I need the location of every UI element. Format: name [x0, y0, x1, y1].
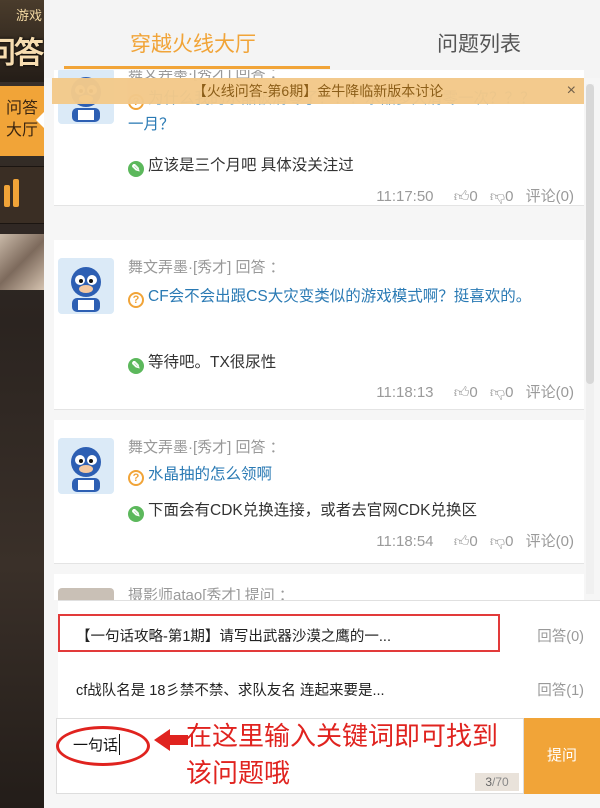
comments-link[interactable]: 评论(0)	[526, 533, 574, 550]
cartoon-avatar-icon	[58, 258, 114, 314]
like-count: 0	[469, 533, 478, 550]
dislike-count: 0	[505, 533, 514, 550]
pencil-icon: ✎	[128, 161, 144, 177]
logo-title: 问答	[0, 37, 44, 70]
post-meta: 11:18:13 👍︎0 👎︎0 评论(0)	[376, 381, 574, 402]
answerer-name: 舞文弄墨·[秀才] 回答 ：	[128, 439, 285, 456]
tab-bar: 穿越火线大厅 问题列表	[44, 0, 600, 78]
scrollbar-thumb[interactable]	[586, 84, 594, 384]
avatar[interactable]	[58, 588, 114, 600]
post-meta: 11:18:54 👍︎0 👎︎0 评论(0)	[376, 530, 574, 551]
question-icon: ?	[128, 292, 144, 308]
list-item: 摄影师atao[秀才] 提问 ：	[54, 574, 584, 600]
tab-cf-hall[interactable]: 穿越火线大厅	[58, 28, 328, 58]
answer-content: 等待吧。TX很尿性	[148, 354, 277, 371]
dislike-button[interactable]: 👎︎0	[490, 384, 514, 401]
like-button[interactable]: 👍︎0	[454, 188, 478, 205]
bar-chart-icon	[13, 179, 19, 207]
answer-count: 回答(0)	[537, 629, 584, 645]
announcement-banner[interactable]: 【火线问答-第6期】金牛降临新版本讨论 ×	[52, 78, 584, 104]
answer-text: ✎ 下面会有CDK兑换连接，或者去官网CDK兑换区	[128, 498, 477, 522]
like-button[interactable]: 👍︎0	[454, 384, 478, 401]
dislike-button[interactable]: 👎︎0	[490, 188, 514, 205]
like-count: 0	[469, 188, 478, 205]
answer-content: 应该是三个月吧 具体没关注过	[148, 157, 354, 174]
ask-button[interactable]: 提问	[524, 718, 600, 794]
question-link[interactable]: 水晶抽的怎么领啊	[148, 466, 272, 483]
arrow-left-icon	[154, 729, 188, 751]
dislike-count: 0	[505, 188, 514, 205]
comments-link[interactable]: 评论(0)	[526, 384, 574, 401]
post-time: 11:17:50	[376, 188, 434, 205]
question-icon: ?	[128, 470, 144, 486]
active-tab-underline	[64, 66, 330, 69]
post-meta: 11:17:50 👍︎0 👎︎0 评论(0)	[376, 185, 574, 206]
cartoon-avatar-icon	[58, 438, 114, 494]
question-text[interactable]: ? CF会不会出跟CS大灾变类似的游戏模式啊？挺喜欢的。	[128, 284, 548, 310]
annotation-text: 在这里输入关键词即可找到该问题哦	[186, 721, 499, 788]
list-item: 舞文弄墨·[秀才] 回答 ： ? 水晶抽的怎么领啊 ✎ 下面会有CDK兑换连接，或者…	[54, 420, 584, 564]
sidebar-item-stats[interactable]	[0, 166, 44, 224]
question-link[interactable]: CF会不会出跟CS大灾变类似的游戏模式啊？挺喜欢的。	[148, 288, 531, 305]
pencil-icon: ✎	[128, 358, 144, 374]
pencil-icon: ✎	[128, 506, 144, 522]
game-logo: 游戏 问答	[0, 0, 44, 82]
scrollbar[interactable]	[586, 84, 594, 594]
qa-panel: 穿越火线大厅 问题列表 舞文弄墨·[秀才] 回答 ： ?为什么我的水晶被清零了？…	[44, 0, 600, 808]
post-time: 11:18:13	[376, 384, 434, 401]
asker-name: 摄影师atao[秀才] 提问 ：	[128, 587, 294, 600]
dislike-count: 0	[505, 384, 514, 401]
suggestion-dropdown: 【一句话攻略-第1期】请写出武器沙漠之鹰的一... 回答(0) cf战队名是 1…	[58, 600, 600, 718]
post-time: 11:18:54	[376, 533, 434, 550]
like-count: 0	[469, 384, 478, 401]
suggestion-text: cf战队名是 18彡禁不禁、求队友名 连起来要是...	[76, 683, 385, 699]
answer-count: 回答(1)	[537, 683, 584, 699]
comments-link[interactable]: 评论(0)	[526, 188, 574, 205]
avatar[interactable]	[58, 258, 114, 314]
question-text[interactable]: ? 水晶抽的怎么领啊	[128, 462, 548, 488]
highlight-box	[58, 614, 500, 652]
sidebar-item-avatar[interactable]	[0, 234, 44, 290]
answerer-name: 舞文弄墨·[秀才] 回答 ：	[128, 259, 285, 276]
answer-feed[interactable]: 舞文弄墨·[秀才] 回答 ： ?为什么我的水晶被清零了？？？水晶多久清零一次？？…	[44, 70, 600, 600]
logo-subtitle: 游戏	[15, 8, 42, 23]
bar-chart-icon	[4, 185, 10, 207]
answer-text: ✎ 等待吧。TX很尿性	[128, 350, 276, 374]
answer-text: ✎ 应该是三个月吧 具体没关注过	[128, 153, 354, 177]
annotation-circle	[56, 726, 150, 766]
suggestion-item[interactable]: cf战队名是 18彡禁不禁、求队友名 连起来要是... 回答(1)	[58, 669, 600, 707]
like-button[interactable]: 👍︎0	[454, 533, 478, 550]
list-item: 舞文弄墨·[秀才] 回答 ： ? CF会不会出跟CS大灾变类似的游戏模式啊？挺喜欢…	[54, 240, 584, 410]
answer-content: 下面会有CDK兑换连接，或者去官网CDK兑换区	[148, 502, 477, 519]
tab-question-list[interactable]: 问题列表	[344, 28, 600, 58]
close-icon[interactable]: ×	[567, 78, 576, 104]
announcement-text: 【火线问答-第6期】金牛降临新版本讨论	[192, 83, 444, 99]
avatar[interactable]	[58, 438, 114, 494]
dislike-button[interactable]: 👎︎0	[490, 533, 514, 550]
